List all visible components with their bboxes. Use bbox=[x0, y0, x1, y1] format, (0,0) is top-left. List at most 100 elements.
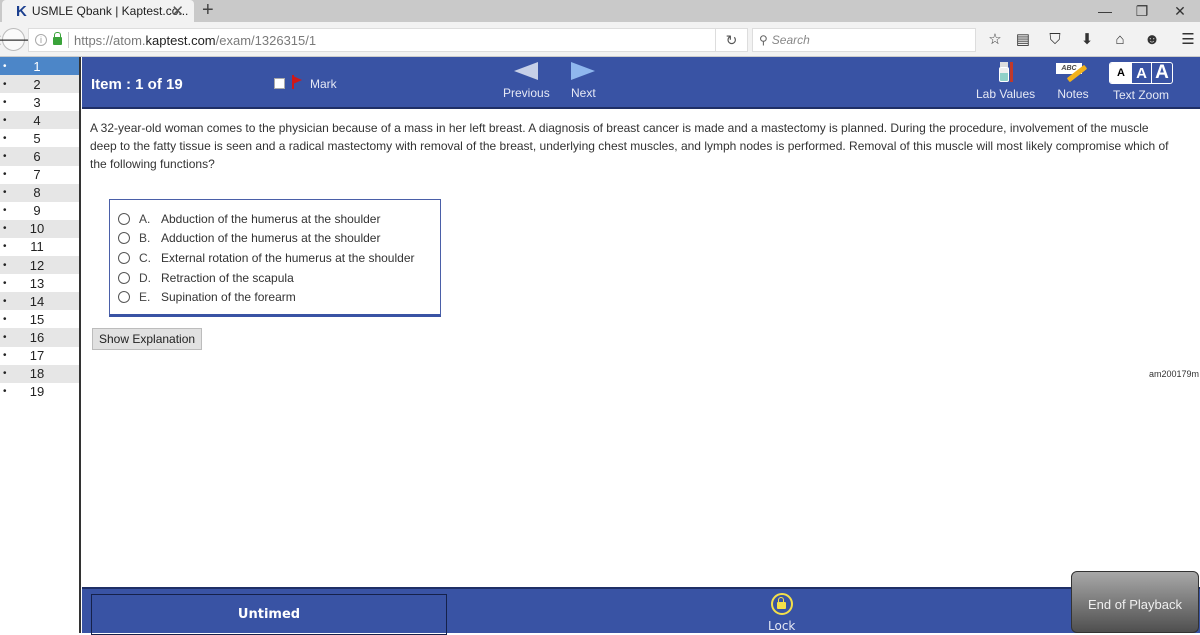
question-number: 5 bbox=[33, 130, 41, 146]
question-number: 1 bbox=[33, 58, 41, 74]
sidebar-item-1[interactable]: • 1 bbox=[0, 57, 79, 76]
back-button[interactable]: 🡐 bbox=[0, 28, 34, 51]
question-number: 9 bbox=[33, 203, 41, 219]
timer-display: Untimed bbox=[91, 594, 447, 635]
answer-choice[interactable]: B. Adduction of the humerus at the should… bbox=[110, 229, 440, 249]
answer-choice[interactable]: C. External rotation of the humerus at th… bbox=[110, 248, 440, 268]
question-number: 3 bbox=[33, 94, 41, 110]
choice-letter: D. bbox=[139, 270, 151, 285]
question-number: 7 bbox=[33, 167, 41, 183]
radio-button[interactable] bbox=[118, 291, 130, 304]
sidebar-item-11[interactable]: • 11 bbox=[0, 237, 79, 257]
next-button[interactable]: Next bbox=[571, 59, 596, 100]
reading-list-icon[interactable]: ▤ bbox=[1013, 28, 1033, 50]
sidebar-item-6[interactable]: • 6 bbox=[0, 147, 79, 166]
bullet-icon: • bbox=[3, 205, 7, 217]
notes-pencil-icon: ABC bbox=[1056, 61, 1090, 83]
question-number: 14 bbox=[29, 293, 45, 309]
search-icon: ⚲ bbox=[759, 33, 768, 47]
answer-choice[interactable]: D. Retraction of the scapula bbox=[110, 268, 440, 288]
choice-letter: E. bbox=[139, 290, 151, 305]
bullet-icon: • bbox=[3, 368, 7, 380]
answer-choice[interactable]: E. Supination of the forearm bbox=[110, 287, 440, 307]
new-tab-button[interactable]: + bbox=[202, 0, 214, 22]
bullet-icon: • bbox=[3, 60, 7, 72]
bullet-icon: • bbox=[3, 223, 7, 235]
smiley-icon[interactable]: ☻ bbox=[1142, 28, 1162, 50]
sidebar-item-15[interactable]: • 15 bbox=[0, 310, 79, 329]
text-zoom-medium-button[interactable]: A bbox=[1132, 63, 1152, 83]
question-number: 2 bbox=[33, 76, 41, 92]
url-path: /exam/1326315/1 bbox=[215, 32, 317, 48]
bullet-icon: • bbox=[3, 295, 7, 307]
exam-footer: Untimed Lock bbox=[82, 587, 1200, 635]
home-icon[interactable]: ⌂ bbox=[1110, 28, 1130, 50]
bullet-icon: • bbox=[3, 350, 7, 362]
minimize-button[interactable]: — bbox=[1085, 0, 1125, 22]
lab-bottle-icon bbox=[997, 61, 1015, 83]
bullet-icon: • bbox=[3, 259, 7, 271]
url-bar[interactable]: i https://atom. kaptest.com/exam/1326315/… bbox=[28, 28, 748, 52]
text-zoom-large-button[interactable]: A bbox=[1152, 63, 1172, 83]
sidebar-item-2[interactable]: • 2 bbox=[0, 75, 79, 94]
sidebar-item-9[interactable]: • 9 bbox=[0, 201, 79, 220]
radio-button[interactable] bbox=[118, 232, 130, 245]
notes-button[interactable]: ABC Notes bbox=[1056, 59, 1090, 101]
lab-values-button[interactable]: Lab Values bbox=[976, 59, 1035, 101]
previous-button[interactable]: Previous bbox=[503, 59, 550, 100]
sidebar-item-8[interactable]: • 8 bbox=[0, 183, 79, 202]
mark-label[interactable]: Mark bbox=[310, 77, 337, 91]
sidebar-item-17[interactable]: • 17 bbox=[0, 346, 79, 365]
search-input[interactable]: ⚲ Search bbox=[752, 28, 976, 52]
search-placeholder: Search bbox=[771, 33, 810, 47]
pocket-icon[interactable]: ⛉ bbox=[1045, 28, 1065, 50]
sidebar-item-18[interactable]: • 18 bbox=[0, 364, 79, 383]
sidebar-item-7[interactable]: • 7 bbox=[0, 165, 79, 184]
browser-tab[interactable]: K USMLE Qbank | Kaptest.co... ✕ bbox=[2, 0, 194, 22]
restore-button[interactable]: ❐ bbox=[1122, 0, 1162, 22]
question-number: 13 bbox=[29, 275, 45, 291]
show-explanation-button[interactable]: Show Explanation bbox=[92, 328, 203, 350]
question-number: 11 bbox=[30, 239, 44, 255]
choice-letter: C. bbox=[139, 250, 151, 265]
menu-icon[interactable]: ☰ bbox=[1178, 28, 1198, 50]
mark-checkbox[interactable] bbox=[274, 78, 285, 89]
lock-button[interactable]: Lock bbox=[768, 593, 795, 633]
sidebar-item-3[interactable]: • 3 bbox=[0, 93, 79, 112]
radio-button[interactable] bbox=[118, 251, 130, 264]
download-icon[interactable]: ⬇ bbox=[1077, 28, 1097, 50]
sidebar-item-10[interactable]: • 10 bbox=[0, 219, 79, 238]
star-icon[interactable]: ☆ bbox=[985, 28, 1005, 50]
next-arrow-icon bbox=[571, 62, 596, 80]
item-counter: Item : 1 of 19 bbox=[91, 76, 183, 93]
reload-icon[interactable]: ↻ bbox=[715, 29, 747, 51]
radio-button[interactable] bbox=[118, 212, 130, 225]
question-number: 16 bbox=[29, 329, 45, 345]
question-number: 18 bbox=[29, 366, 45, 382]
sidebar-item-14[interactable]: • 14 bbox=[0, 292, 79, 311]
text-zoom-control: A A A Text Zoom bbox=[1109, 59, 1173, 102]
question-stem: A 32-year-old woman comes to the physici… bbox=[90, 121, 1169, 171]
flag-icon bbox=[291, 75, 302, 89]
bullet-icon: • bbox=[3, 241, 7, 253]
choice-letter: A. bbox=[139, 211, 151, 226]
sidebar-item-12[interactable]: • 12 bbox=[0, 256, 79, 275]
question-number: 8 bbox=[33, 185, 41, 201]
sidebar-item-4[interactable]: • 4 bbox=[0, 111, 79, 130]
radio-button[interactable] bbox=[118, 271, 130, 284]
text-zoom-small-button[interactable]: A bbox=[1110, 63, 1132, 83]
sidebar-item-19[interactable]: • 19 bbox=[0, 382, 79, 401]
sidebar-item-5[interactable]: • 5 bbox=[0, 129, 79, 148]
sidebar-item-13[interactable]: • 13 bbox=[0, 274, 79, 293]
answer-choice[interactable]: A. Abduction of the humerus at the should… bbox=[110, 209, 440, 229]
sidebar-item-16[interactable]: • 16 bbox=[0, 328, 79, 347]
bullet-icon: • bbox=[3, 132, 7, 144]
kaptest-logo-icon: K bbox=[16, 2, 27, 20]
close-window-button[interactable]: ✕ bbox=[1160, 0, 1200, 22]
choice-text: Abduction of the humerus at the shoulder bbox=[161, 211, 381, 226]
browser-tab-bar: K USMLE Qbank | Kaptest.co... ✕ + — ❐ ✕ bbox=[0, 0, 1200, 22]
close-tab-icon[interactable]: ✕ bbox=[171, 2, 184, 20]
info-icon[interactable]: i bbox=[35, 34, 47, 46]
bullet-icon: • bbox=[3, 331, 7, 343]
end-of-playback-button[interactable]: End of Playback bbox=[1071, 571, 1199, 633]
